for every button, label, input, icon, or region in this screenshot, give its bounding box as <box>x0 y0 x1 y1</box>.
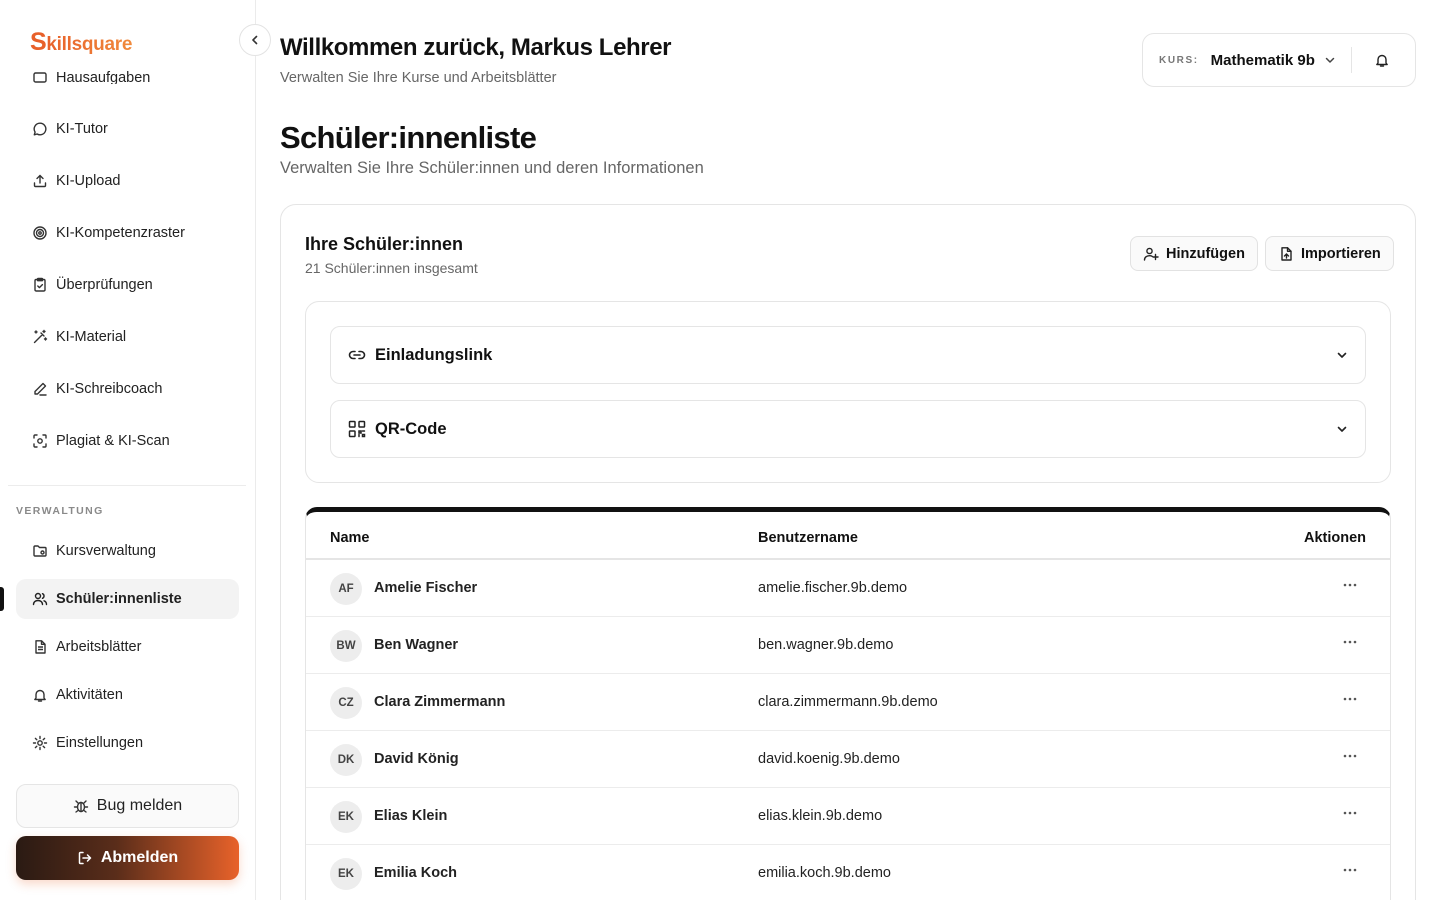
sidebar-nav-main: KI-Tutor KI-Upload KI-Kompetenzraster Üb… <box>16 109 239 461</box>
avatar: BW <box>330 630 362 662</box>
import-button[interactable]: Importieren <box>1265 236 1394 271</box>
sidebar: Skillsquare Hausaufgaben KI-Tutor KI-Upl… <box>0 0 256 900</box>
gear-icon <box>32 735 48 751</box>
add-student-button[interactable]: Hinzufügen <box>1130 236 1258 271</box>
users-icon <box>32 591 48 607</box>
course-select[interactable]: Mathematik 9b <box>1211 52 1315 69</box>
clipboard-check-icon <box>32 277 48 293</box>
pen-icon <box>32 381 48 397</box>
more-actions-icon[interactable] <box>1342 691 1358 707</box>
students-table: Name Benutzername Aktionen AF Amelie Fis… <box>305 507 1391 900</box>
column-header-username[interactable]: Benutzername <box>758 530 858 546</box>
students-card: Ihre Schüler:innen 21 Schüler:innen insg… <box>280 204 1416 900</box>
student-username: ben.wagner.9b.demo <box>758 637 894 653</box>
chevron-down-icon <box>1335 348 1349 362</box>
folder-settings-icon <box>32 543 48 559</box>
qr-code-accordion[interactable]: QR-Code <box>330 400 1366 458</box>
avatar: EK <box>330 858 362 890</box>
table-row[interactable]: EK Elias Klein elias.klein.9b.demo <box>306 788 1390 845</box>
avatar: AF <box>330 573 362 605</box>
sidebar-item-ki-schreibcoach[interactable]: KI-Schreibcoach <box>16 369 239 409</box>
course-label: KURS: <box>1159 54 1199 66</box>
header-separator <box>1350 47 1352 73</box>
sidebar-item-schuelerliste[interactable]: Schüler:innenliste <box>0 579 239 619</box>
student-name: Amelie Fischer <box>374 580 478 596</box>
magic-wand-icon <box>32 329 48 345</box>
student-username: elias.klein.9b.demo <box>758 808 883 824</box>
column-header-actions: Aktionen <box>1303 530 1366 546</box>
chevron-down-icon[interactable] <box>1323 53 1337 67</box>
link-icon <box>347 345 367 365</box>
logout-icon <box>77 850 93 866</box>
course-selector-box: KURS: Mathematik 9b <box>1142 33 1416 87</box>
qr-code-icon <box>347 419 367 439</box>
student-username: clara.zimmermann.9b.demo <box>758 694 938 710</box>
brand-logo[interactable]: Skillsquare <box>30 28 132 57</box>
sidebar-collapse-button[interactable] <box>239 24 271 56</box>
table-row[interactable]: DK David König david.koenig.9b.demo <box>306 731 1390 788</box>
sidebar-item-ki-tutor[interactable]: KI-Tutor <box>16 109 239 149</box>
table-row[interactable]: EK Emilia Koch emilia.koch.9b.demo <box>306 845 1390 900</box>
chevron-down-icon <box>1335 422 1349 436</box>
more-actions-icon[interactable] <box>1342 805 1358 821</box>
more-actions-icon[interactable] <box>1342 748 1358 764</box>
sidebar-item-aktivitaeten[interactable]: Aktivitäten <box>16 675 239 715</box>
student-username: emilia.koch.9b.demo <box>758 865 891 881</box>
logout-button[interactable]: Abmelden <box>16 836 239 880</box>
welcome-subtitle: Verwalten Sie Ihre Kurse und Arbeitsblät… <box>280 70 557 86</box>
more-actions-icon[interactable] <box>1342 862 1358 878</box>
avatar: DK <box>330 744 362 776</box>
welcome-heading: Willkommen zurück, Markus Lehrer <box>280 34 672 61</box>
chat-bubble-icon <box>32 121 48 137</box>
sidebar-item-ueberpruefungen[interactable]: Überprüfungen <box>16 265 239 305</box>
bug-icon <box>73 798 89 814</box>
bell-icon <box>32 687 48 703</box>
bug-report-button[interactable]: Bug melden <box>16 784 239 828</box>
student-name: Elias Klein <box>374 808 448 824</box>
avatar: CZ <box>330 687 362 719</box>
sidebar-item-ki-kompetenzraster[interactable]: KI-Kompetenzraster <box>16 213 239 253</box>
more-actions-icon[interactable] <box>1342 634 1358 650</box>
table-row[interactable]: CZ Clara Zimmermann clara.zimmermann.9b.… <box>306 674 1390 731</box>
user-plus-icon <box>1143 246 1159 262</box>
homework-icon <box>32 70 48 84</box>
sidebar-item-ki-material[interactable]: KI-Material <box>16 317 239 357</box>
target-icon <box>32 225 48 241</box>
student-username: amelie.fischer.9b.demo <box>758 580 908 596</box>
student-name: Clara Zimmermann <box>374 694 506 710</box>
sidebar-item-arbeitsblaetter[interactable]: Arbeitsblätter <box>16 627 239 667</box>
table-header: Name Benutzername Aktionen <box>306 512 1390 560</box>
more-actions-icon[interactable] <box>1342 577 1358 593</box>
student-username: david.koenig.9b.demo <box>758 751 900 767</box>
student-count: 21 Schüler:innen insgesamt <box>305 260 478 276</box>
sidebar-item-ki-upload[interactable]: KI-Upload <box>16 161 239 201</box>
document-icon <box>32 639 48 655</box>
sidebar-nav-admin: Kursverwaltung Schüler:innenliste Arbeit… <box>0 531 239 763</box>
page-title: Schüler:innenliste <box>280 120 537 155</box>
column-header-name[interactable]: Name <box>330 530 370 546</box>
student-name: Ben Wagner <box>374 637 459 653</box>
student-name: Emilia Koch <box>374 865 457 881</box>
notification-bell-icon[interactable] <box>1374 52 1390 68</box>
sidebar-item-kursverwaltung[interactable]: Kursverwaltung <box>16 531 239 571</box>
chevron-left-icon <box>249 34 261 46</box>
sidebar-section-label: VERWALTUNG <box>16 505 104 517</box>
sidebar-item-partial[interactable]: Hausaufgaben <box>16 60 239 84</box>
scan-icon <box>32 433 48 449</box>
page-subtitle: Verwalten Sie Ihre Schüler:innen und der… <box>280 159 704 177</box>
student-name: David König <box>374 751 459 767</box>
sidebar-item-einstellungen[interactable]: Einstellungen <box>16 723 239 763</box>
avatar: EK <box>330 801 362 833</box>
invite-options-box: Einladungslink QR-Code <box>305 301 1391 483</box>
card-title: Ihre Schüler:innen <box>305 234 464 254</box>
table-row[interactable]: AF Amelie Fischer amelie.fischer.9b.demo <box>306 560 1390 617</box>
upload-icon <box>32 173 48 189</box>
sidebar-divider <box>8 485 246 486</box>
table-row[interactable]: BW Ben Wagner ben.wagner.9b.demo <box>306 617 1390 674</box>
file-import-icon <box>1278 246 1294 262</box>
sidebar-item-plagiat-scan[interactable]: Plagiat & KI-Scan <box>16 421 239 461</box>
invite-link-accordion[interactable]: Einladungslink <box>330 326 1366 384</box>
